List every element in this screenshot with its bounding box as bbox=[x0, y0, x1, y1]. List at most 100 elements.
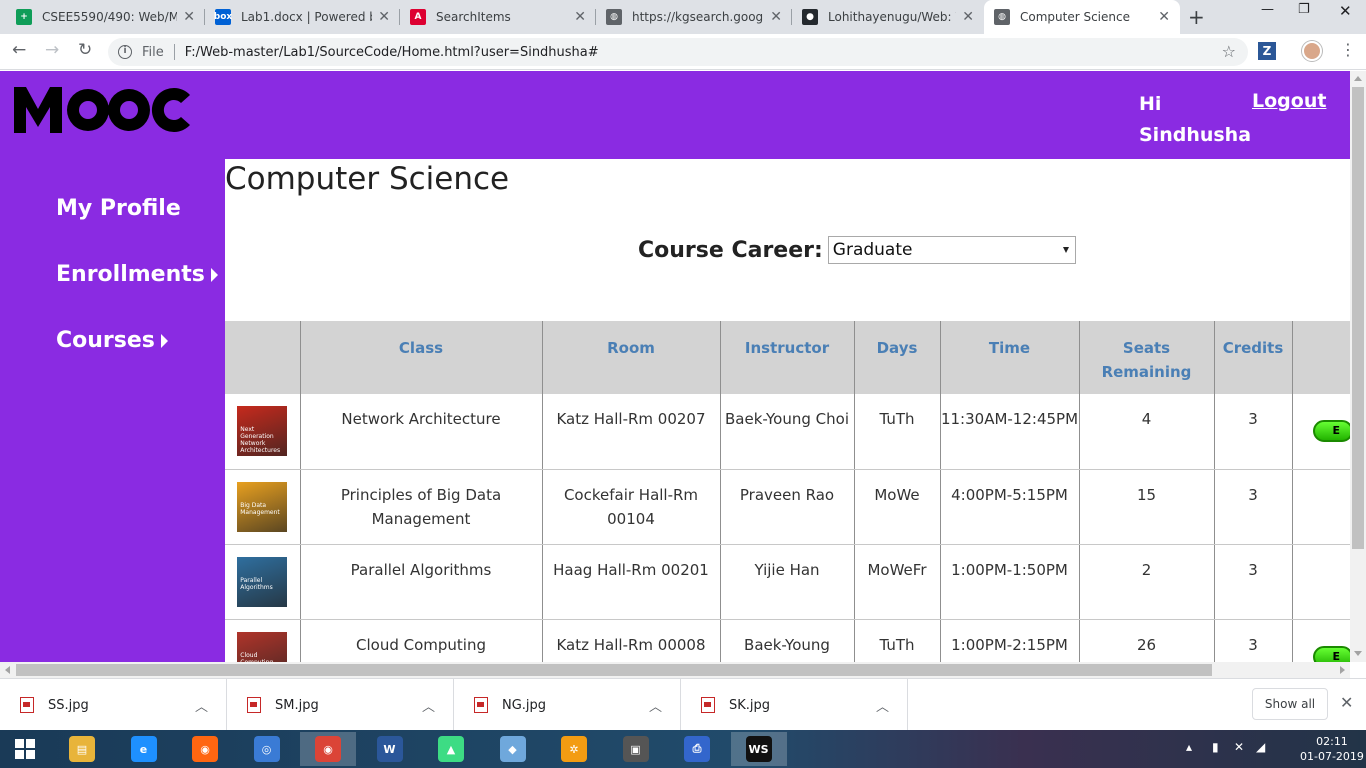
course-cover-image[interactable]: Parallel Algorithms bbox=[237, 556, 288, 607]
download-item[interactable]: SM.jpg ︿ bbox=[227, 679, 454, 731]
windows-taskbar: ▴ ▮ ✕ ◢ 02:11 01-07-2019 ▤ e ◉ ◎ ◉ W ▲ ◆ ✲ ▣ ⎙ WS bbox=[0, 730, 1366, 768]
minimize-icon[interactable]: — bbox=[1261, 2, 1274, 17]
dropdown-arrow-icon bbox=[1062, 247, 1069, 253]
horizontal-scrollbar[interactable] bbox=[0, 662, 1350, 678]
course-cover-image[interactable]: Cloud Computing bbox=[237, 631, 288, 663]
cell-room: Haag Hall-Rm 00201 bbox=[541, 544, 720, 620]
taskbar-app[interactable]: ◎ bbox=[239, 732, 295, 766]
close-window-icon[interactable]: ✕ bbox=[1339, 2, 1352, 20]
course-cover-title: Next Generation Network Architectures bbox=[240, 426, 281, 454]
scroll-down-arrow-icon[interactable] bbox=[1354, 651, 1362, 656]
zotero-extension-icon[interactable]: Z bbox=[1258, 42, 1276, 60]
back-icon[interactable]: ← bbox=[12, 40, 26, 60]
close-tab-icon[interactable]: ✕ bbox=[183, 9, 195, 25]
globe-icon: ◍ bbox=[994, 9, 1010, 25]
info-icon[interactable]: i bbox=[118, 45, 132, 59]
column-header-days: Days bbox=[853, 321, 940, 394]
close-tab-icon[interactable]: ✕ bbox=[574, 9, 586, 25]
close-shelf-icon[interactable]: ✕ bbox=[1340, 693, 1353, 712]
image-file-icon bbox=[20, 697, 34, 713]
cell-credits: 3 bbox=[1213, 394, 1292, 470]
taskbar-app[interactable]: ✲ bbox=[546, 732, 602, 766]
app-icon: ✲ bbox=[561, 736, 587, 762]
new-tab-button[interactable]: + bbox=[1188, 5, 1205, 29]
tab-title: Lab1.docx | Powered by bbox=[241, 10, 373, 24]
tab-3[interactable]: ◍ https://kgsearch.google ✕ bbox=[596, 0, 792, 34]
volume-icon[interactable]: ◢ bbox=[1256, 740, 1265, 754]
tab-0[interactable]: + CSEE5590/490: Web/Mo ✕ bbox=[6, 0, 205, 34]
clock-time: 02:11 bbox=[1316, 735, 1348, 748]
close-tab-icon[interactable]: ✕ bbox=[962, 9, 974, 25]
restore-icon[interactable]: ❐ bbox=[1298, 2, 1310, 17]
cell-time: 1:00PM-2:15PM bbox=[939, 619, 1079, 662]
taskbar-app[interactable]: ▣ bbox=[608, 732, 664, 766]
tab-2[interactable]: A SearchItems ✕ bbox=[400, 0, 596, 34]
cell-room: Cockefair Hall-Rm 00104 bbox=[541, 469, 720, 545]
mooc-logo[interactable] bbox=[14, 83, 210, 139]
network-icon[interactable]: ✕ bbox=[1234, 740, 1244, 754]
battery-icon[interactable]: ▮ bbox=[1212, 740, 1219, 754]
download-item[interactable]: SK.jpg ︿ bbox=[681, 679, 908, 731]
vertical-scrollbar[interactable] bbox=[1350, 71, 1366, 662]
taskbar-app[interactable]: W bbox=[362, 732, 418, 766]
taskbar-app[interactable]: WS bbox=[730, 732, 787, 766]
sidebar-item-enrollments[interactable]: Enrollments bbox=[56, 262, 218, 287]
scroll-up-arrow-icon[interactable] bbox=[1354, 76, 1362, 81]
scroll-left-arrow-icon[interactable] bbox=[5, 666, 10, 674]
chrome-icon: ◉ bbox=[315, 736, 341, 762]
url-text[interactable]: F:/Web-master/Lab1/SourceCode/Home.html?… bbox=[185, 45, 599, 60]
tray-chevron-icon[interactable]: ▴ bbox=[1186, 740, 1192, 754]
close-tab-icon[interactable]: ✕ bbox=[770, 9, 782, 25]
address-bar[interactable]: i File F:/Web-master/Lab1/SourceCode/Hom… bbox=[108, 38, 1248, 66]
sidebar-item-courses[interactable]: Courses bbox=[56, 328, 168, 353]
file-explorer-icon: ▤ bbox=[69, 736, 95, 762]
taskbar-app[interactable]: ▤ bbox=[54, 732, 110, 766]
taskbar-app[interactable]: ◉ bbox=[177, 732, 233, 766]
download-item[interactable]: NG.jpg ︿ bbox=[454, 679, 681, 731]
download-item[interactable]: SS.jpg ︿ bbox=[0, 679, 227, 731]
forward-icon[interactable]: → bbox=[45, 40, 59, 60]
enroll-button[interactable]: E bbox=[1312, 645, 1350, 662]
tab-title: SearchItems bbox=[436, 10, 511, 24]
column-header-credits: Credits bbox=[1213, 321, 1292, 394]
tab-4[interactable]: ● Lohithayenugu/Web: W ✕ bbox=[792, 0, 984, 34]
vertical-scroll-thumb[interactable] bbox=[1352, 87, 1364, 549]
course-career-label: Course Career: bbox=[638, 237, 823, 263]
sidebar-item-my-profile[interactable]: My Profile bbox=[56, 196, 181, 221]
close-tab-icon[interactable]: ✕ bbox=[1158, 9, 1170, 25]
scroll-right-arrow-icon[interactable] bbox=[1340, 666, 1345, 674]
chevron-up-icon[interactable]: ︿ bbox=[422, 696, 435, 715]
tab-5[interactable]: ◍ Computer Science ✕ bbox=[984, 0, 1180, 34]
course-career-select[interactable]: Graduate bbox=[827, 236, 1076, 264]
cell-class: Parallel Algorithms bbox=[299, 544, 542, 620]
profile-avatar[interactable] bbox=[1302, 41, 1322, 61]
taskbar-app[interactable]: ◆ bbox=[485, 732, 541, 766]
tab-1[interactable]: box Lab1.docx | Powered by ✕ bbox=[205, 0, 400, 34]
chevron-up-icon[interactable]: ︿ bbox=[876, 696, 889, 715]
sidebar-item-label: My Profile bbox=[56, 196, 181, 221]
course-cover-image[interactable]: Next Generation Network Architectures bbox=[237, 406, 288, 456]
chevron-up-icon[interactable]: ︿ bbox=[649, 696, 662, 715]
chevron-up-icon[interactable]: ︿ bbox=[195, 696, 208, 715]
bookmark-star-icon[interactable]: ☆ bbox=[1222, 42, 1236, 61]
close-tab-icon[interactable]: ✕ bbox=[378, 9, 390, 25]
system-clock[interactable]: 02:11 01-07-2019 bbox=[1300, 734, 1364, 764]
app-icon: ◎ bbox=[253, 736, 280, 762]
start-button[interactable] bbox=[0, 732, 50, 766]
logout-link[interactable]: Logout bbox=[1252, 89, 1326, 113]
taskbar-app[interactable]: e bbox=[116, 732, 172, 766]
enroll-button[interactable]: E bbox=[1312, 420, 1350, 442]
table-row: Next Generation Network Architectures Net… bbox=[225, 394, 1350, 470]
app-icon: ◆ bbox=[499, 736, 526, 762]
taskbar-app[interactable]: ▲ bbox=[423, 732, 479, 766]
reload-icon[interactable]: ↻ bbox=[78, 40, 92, 60]
taskbar-app[interactable]: ◉ bbox=[300, 732, 356, 766]
show-all-button[interactable]: Show all bbox=[1252, 688, 1328, 720]
course-cover-title: Cloud Computing bbox=[240, 651, 274, 663]
taskbar-app[interactable]: ⎙ bbox=[669, 732, 725, 766]
horizontal-scroll-thumb[interactable] bbox=[16, 664, 1212, 676]
course-cover-image[interactable]: Big Data Management bbox=[237, 481, 288, 532]
browser-menu-icon[interactable]: ⋮ bbox=[1340, 40, 1356, 59]
cell-seats: 4 bbox=[1078, 394, 1214, 470]
firefox-icon: ◉ bbox=[192, 736, 218, 762]
